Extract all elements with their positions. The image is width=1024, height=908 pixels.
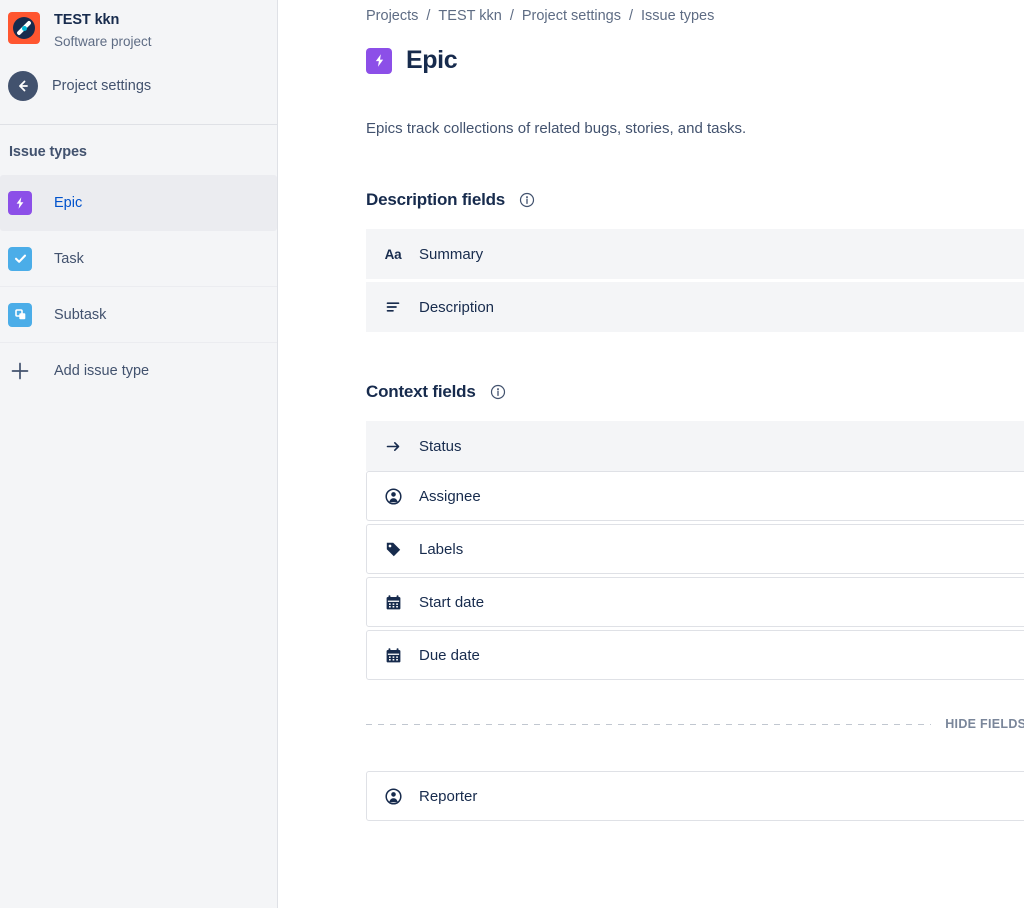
breadcrumb-item-projects[interactable]: Projects (366, 8, 418, 24)
field-label: Due date (419, 646, 480, 664)
issue-type-list: Epic Task Subtask Add issue type (0, 175, 277, 399)
description-fields-heading: Description fields (366, 190, 1024, 210)
breadcrumb-separator: / (628, 8, 634, 24)
calendar-icon (383, 645, 403, 665)
epic-bolt-icon (366, 47, 392, 74)
project-name: TEST kkn (54, 12, 120, 28)
field-row-due-date[interactable]: Due date (366, 630, 1024, 680)
field-row-reporter[interactable]: Reporter (366, 771, 1024, 821)
arrow-right-icon (383, 436, 403, 456)
info-circle-icon[interactable] (490, 384, 506, 400)
field-label: Start date (419, 593, 485, 611)
section-label: Context fields (366, 382, 476, 401)
calendar-icon (383, 592, 403, 612)
epic-bolt-icon (8, 190, 32, 215)
project-avatar-icon (8, 12, 40, 44)
breadcrumb-item-issue-types[interactable]: Issue types (641, 8, 714, 24)
info-circle-icon[interactable] (519, 192, 535, 208)
hide-fields-label: HIDE FIELDS BELO (945, 717, 1024, 731)
section-label: Description fields (366, 190, 506, 209)
page-title-row: Epic (366, 46, 1024, 75)
sidebar-item-label: Epic (54, 194, 83, 211)
task-check-icon (8, 246, 32, 271)
project-meta: TEST kkn Software project (54, 10, 152, 52)
sidebar-item-subtask[interactable]: Subtask (0, 287, 277, 343)
breadcrumb: Projects / TEST kkn / Project settings /… (366, 0, 1024, 28)
context-fields-heading: Context fields (366, 382, 1024, 402)
field-row-status[interactable]: Status (366, 421, 1024, 471)
tag-icon (383, 539, 403, 559)
field-label: Reporter (419, 787, 478, 805)
person-circle-icon (383, 786, 403, 806)
project-header[interactable]: TEST kkn Software project (0, 0, 277, 66)
sidebar-item-epic[interactable]: Epic (0, 175, 277, 231)
field-label: Labels (419, 540, 464, 558)
sidebar-item-label: Project settings (52, 78, 152, 94)
page-intro-text: Epics track collections of related bugs,… (366, 120, 747, 137)
hidden-fields-list: Reporter (366, 771, 1024, 821)
field-row-start-date[interactable]: Start date (366, 577, 1024, 627)
add-issue-type-label: Add issue type (54, 363, 150, 379)
breadcrumb-separator: / (509, 8, 514, 24)
field-label: Description (419, 298, 495, 316)
field-row-labels[interactable]: Labels (366, 524, 1024, 574)
breadcrumb-item-project[interactable]: TEST kkn (438, 8, 501, 24)
field-row-summary[interactable]: Aa Summary (366, 229, 1024, 279)
app-root: TEST kkn Software project Project settin… (0, 0, 1024, 908)
page-title: Epic (406, 46, 458, 74)
field-row-assignee[interactable]: Assignee (366, 471, 1024, 521)
breadcrumb-item-project-settings[interactable]: Project settings (522, 8, 621, 24)
main-content: Projects / TEST kkn / Project settings /… (278, 0, 1024, 908)
context-fields-list: Status Assignee Labels Start date Due da… (366, 421, 1024, 680)
sidebar-item-task[interactable]: Task (0, 231, 277, 287)
paragraph-lines-icon (383, 297, 403, 317)
sidebar-section-title: Issue types (9, 144, 87, 160)
plus-icon (8, 359, 32, 383)
sidebar-item-project-settings[interactable]: Project settings (0, 66, 277, 106)
breadcrumb-separator: / (426, 8, 431, 24)
field-label: Status (419, 437, 462, 455)
field-label: Assignee (419, 487, 481, 505)
field-row-description[interactable]: Description (366, 282, 1024, 332)
field-label: Summary (419, 245, 484, 263)
subtask-squares-icon (8, 302, 32, 327)
description-fields-list: Aa Summary Description (366, 229, 1024, 332)
project-type: Software project (54, 34, 152, 49)
divider-dashed-line (366, 723, 932, 725)
back-arrow-icon (8, 71, 38, 101)
hide-fields-divider: HIDE FIELDS BELO (366, 713, 1024, 735)
add-issue-type-button[interactable]: Add issue type (0, 343, 277, 399)
text-aa-icon: Aa (384, 246, 402, 262)
sidebar-item-label: Subtask (54, 306, 107, 323)
project-sidebar: TEST kkn Software project Project settin… (0, 0, 278, 908)
person-circle-icon (383, 486, 403, 506)
sidebar-item-label: Task (54, 250, 84, 267)
